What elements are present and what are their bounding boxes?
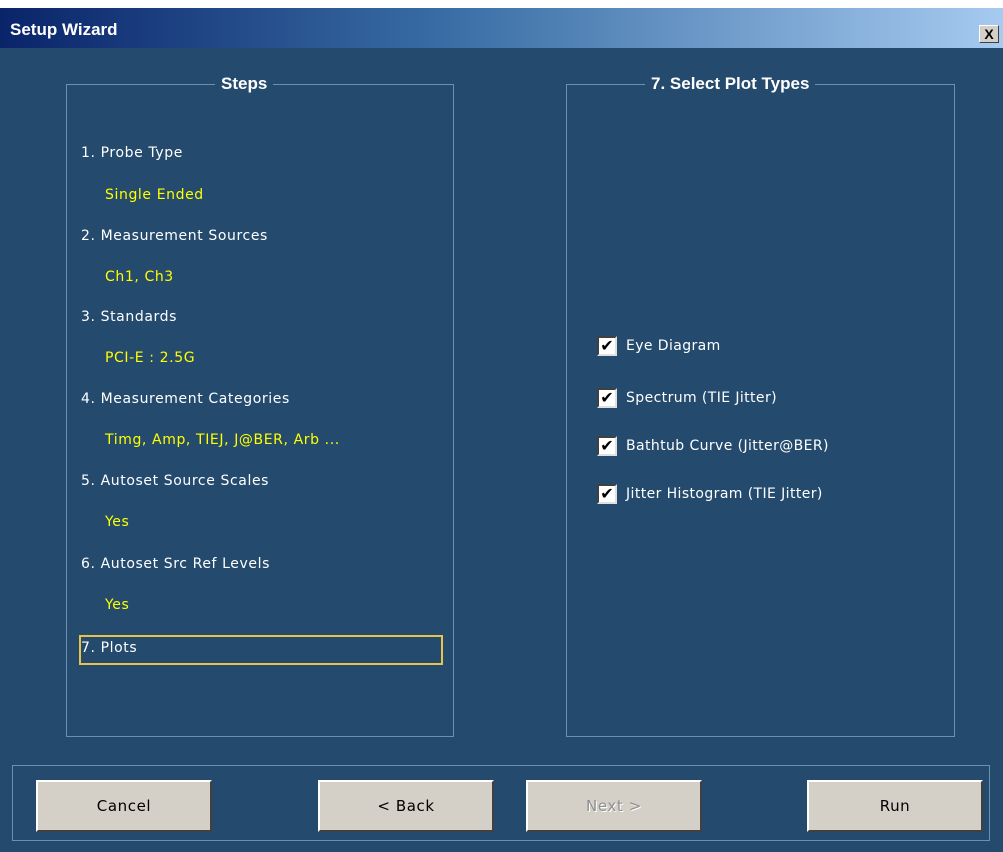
step-5-label[interactable]: 5. Autoset Source Scales [81, 473, 269, 489]
run-button[interactable]: Run [807, 780, 983, 832]
back-button[interactable]: < Back [318, 780, 494, 832]
window-title: Setup Wizard [10, 20, 118, 39]
close-button[interactable]: X [979, 25, 999, 43]
step-7-label[interactable]: 7. Plots [81, 640, 137, 656]
title-bar: Setup Wizard X [0, 8, 1003, 48]
step-3-label[interactable]: 3. Standards [81, 309, 177, 325]
bathtub-curve-option[interactable]: ✔ Bathtub Curve (Jitter@BER) [597, 436, 829, 456]
step-1-value: Single Ended [105, 187, 204, 203]
eye-diagram-label[interactable]: Eye Diagram [626, 338, 721, 354]
jitter-histogram-option[interactable]: ✔ Jitter Histogram (TIE Jitter) [597, 484, 823, 504]
steps-legend: Steps [215, 74, 274, 94]
step-1-label[interactable]: 1. Probe Type [81, 145, 183, 161]
spectrum-option[interactable]: ✔ Spectrum (TIE Jitter) [597, 388, 777, 408]
next-button: Next > [526, 780, 702, 832]
jitter-histogram-checkbox[interactable]: ✔ [597, 484, 617, 504]
step-3-value: PCI-E : 2.5G [105, 350, 196, 366]
step-4-label[interactable]: 4. Measurement Categories [81, 391, 290, 407]
eye-diagram-checkbox[interactable]: ✔ [597, 336, 617, 356]
step-6-label[interactable]: 6. Autoset Src Ref Levels [81, 556, 270, 572]
spectrum-label[interactable]: Spectrum (TIE Jitter) [626, 390, 777, 406]
step-5-value: Yes [105, 514, 130, 530]
step-2-label[interactable]: 2. Measurement Sources [81, 228, 268, 244]
bathtub-curve-checkbox[interactable]: ✔ [597, 436, 617, 456]
step-6-value: Yes [105, 597, 130, 613]
bathtub-curve-label[interactable]: Bathtub Curve (Jitter@BER) [626, 438, 829, 454]
eye-diagram-option[interactable]: ✔ Eye Diagram [597, 336, 721, 356]
plot-types-panel: 7. Select Plot Types [566, 74, 955, 737]
step-4-value: Timg, Amp, TIEJ, J@BER, Arb ... [105, 432, 340, 448]
jitter-histogram-label[interactable]: Jitter Histogram (TIE Jitter) [626, 486, 823, 502]
spectrum-checkbox[interactable]: ✔ [597, 388, 617, 408]
step-2-value: Ch1, Ch3 [105, 269, 174, 285]
close-icon: X [984, 26, 994, 42]
plot-types-legend: 7. Select Plot Types [645, 74, 816, 94]
cancel-button[interactable]: Cancel [36, 780, 212, 832]
